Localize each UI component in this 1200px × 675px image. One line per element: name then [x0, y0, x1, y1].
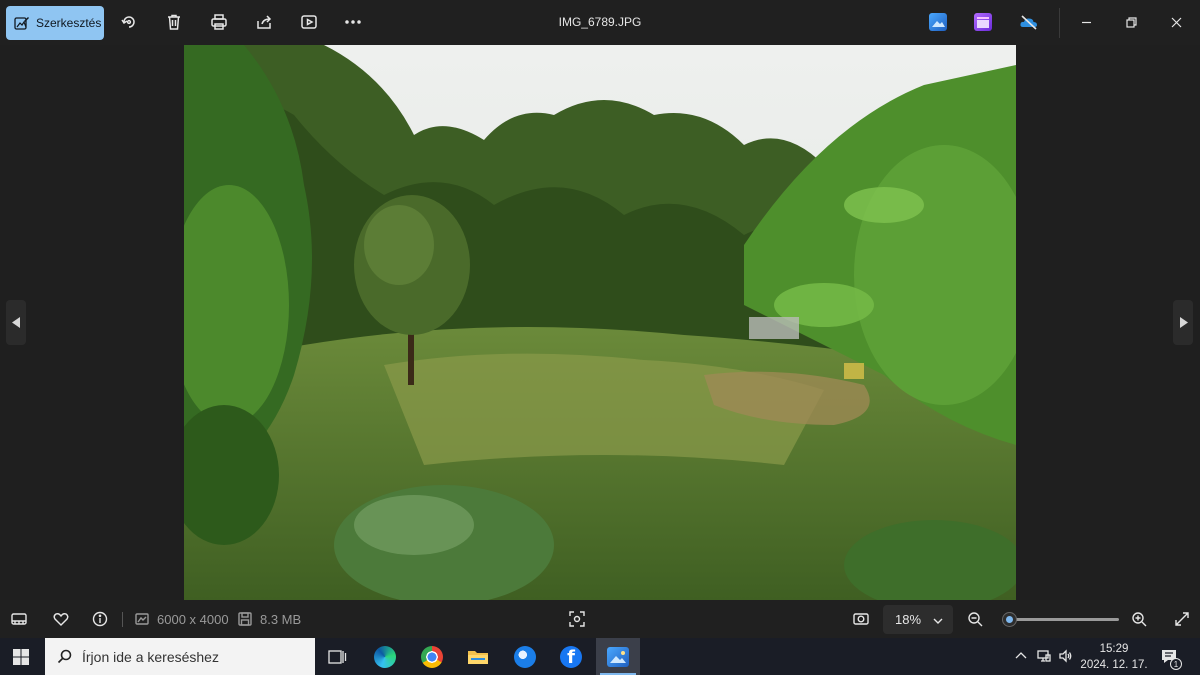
dimensions-icon-wrap	[133, 610, 151, 628]
save-disk-icon	[238, 612, 252, 626]
photos-app-icon[interactable]	[929, 13, 947, 31]
task-view-button[interactable]	[315, 638, 359, 675]
onedrive-offline-icon[interactable]	[1019, 13, 1037, 31]
edit-button-label: Szerkesztés	[36, 16, 102, 30]
filmstrip-button[interactable]	[10, 610, 28, 628]
facebook-icon: f	[560, 645, 582, 668]
search-icon	[57, 649, 72, 664]
taskbar-photos[interactable]	[596, 638, 640, 675]
task-view-icon	[328, 649, 347, 664]
delete-icon	[168, 14, 180, 30]
taskbar-search-box[interactable]: Írjon ide a kereséshez	[45, 638, 315, 675]
favorite-button[interactable]	[52, 610, 70, 628]
filesize-icon-wrap	[236, 610, 254, 628]
minimize-icon	[1081, 21, 1091, 23]
print-button[interactable]	[208, 11, 230, 33]
clapper-icon	[977, 17, 989, 28]
photos-icon	[607, 646, 629, 667]
taskbar-chrome[interactable]	[410, 638, 454, 675]
fit-image-icon	[853, 613, 869, 625]
restore-icon	[1125, 16, 1137, 28]
zoom-slider-track[interactable]	[1003, 618, 1119, 621]
taskbar-edge[interactable]	[363, 638, 407, 675]
share-button[interactable]	[253, 11, 275, 33]
chevron-down-icon	[933, 614, 943, 624]
info-separator	[122, 612, 123, 627]
garden-photo	[184, 45, 1016, 600]
windows-taskbar: Írjon ide a kereséshez f 15:29 2024. 12.…	[0, 638, 1200, 675]
more-options-button[interactable]	[342, 11, 364, 33]
image-dimensions: 6000 x 4000	[157, 612, 229, 627]
start-button[interactable]	[12, 648, 30, 666]
zoom-out-button[interactable]	[966, 610, 984, 628]
rotate-icon	[121, 16, 135, 28]
notification-count-badge: 1	[1170, 658, 1182, 670]
slideshow-button[interactable]	[298, 11, 320, 33]
info-icon	[92, 611, 108, 627]
image-dimensions-icon	[135, 613, 149, 625]
taskbar-thunderbird[interactable]	[503, 638, 547, 675]
network-icon	[1037, 650, 1051, 662]
file-info-button[interactable]	[91, 610, 109, 628]
restore-button[interactable]	[1121, 12, 1141, 32]
zoom-in-button[interactable]	[1130, 610, 1148, 628]
actual-size-button[interactable]	[852, 610, 870, 628]
chevron-right-icon	[1179, 317, 1188, 328]
title-divider	[1059, 8, 1060, 38]
mountain-icon	[932, 21, 945, 27]
rotate-button[interactable]	[118, 11, 140, 33]
zoom-in-icon	[1132, 612, 1147, 627]
fullscreen-button[interactable]	[1173, 610, 1191, 628]
previous-image-button[interactable]	[6, 300, 26, 345]
clock-time: 15:29	[1099, 643, 1129, 655]
windows-logo-icon	[13, 649, 29, 665]
thunderbird-icon	[514, 645, 536, 668]
edit-image-icon	[14, 17, 29, 30]
volume-button[interactable]	[1058, 648, 1074, 664]
edge-icon	[374, 645, 396, 668]
folder-icon	[468, 650, 488, 664]
zoom-level-value: 18%	[895, 612, 922, 627]
zoom-out-icon	[968, 612, 983, 627]
close-button[interactable]	[1166, 12, 1186, 32]
chevron-left-icon	[11, 317, 20, 328]
share-icon	[257, 15, 272, 29]
search-placeholder: Írjon ide a kereséshez	[82, 648, 219, 665]
file-title: IMG_6789.JPG	[558, 15, 642, 29]
slideshow-icon	[301, 15, 317, 29]
more-icon	[345, 20, 361, 24]
taskbar-facebook[interactable]: f	[549, 638, 593, 675]
visual-search-icon	[569, 611, 585, 627]
show-hidden-icons-button[interactable]	[1013, 648, 1029, 664]
delete-button[interactable]	[163, 11, 185, 33]
speaker-icon	[1059, 649, 1072, 663]
next-image-button[interactable]	[1173, 300, 1193, 345]
clipchamp-icon[interactable]	[974, 13, 992, 31]
chevron-up-icon	[1015, 652, 1027, 659]
file-size: 8.3 MB	[260, 612, 302, 627]
mountain-icon	[610, 650, 626, 663]
expand-icon	[1175, 612, 1189, 626]
photos-app-window: Szerkesztés IMG_6789.JPG 6000 x 4000 8.3…	[0, 0, 1200, 675]
clock-date: 2024. 12. 17.	[1080, 659, 1148, 671]
filmstrip-icon	[11, 613, 27, 625]
minimize-button[interactable]	[1076, 12, 1096, 32]
print-icon	[211, 14, 227, 30]
top-toolbar: Szerkesztés IMG_6789.JPG	[0, 0, 1200, 45]
taskbar-clock[interactable]: 15:29 2024. 12. 17.	[1078, 641, 1150, 673]
edit-button[interactable]: Szerkesztés	[6, 6, 104, 40]
chrome-icon	[421, 645, 443, 668]
close-icon	[1171, 17, 1181, 27]
taskbar-file-explorer[interactable]	[456, 638, 500, 675]
network-button[interactable]	[1036, 648, 1052, 664]
photo-canvas[interactable]	[184, 45, 1016, 600]
zoom-level-dropdown[interactable]: 18%	[883, 605, 953, 634]
cloud-off-icon	[1020, 15, 1037, 30]
heart-icon	[53, 613, 69, 626]
visual-search-button[interactable]	[568, 610, 586, 628]
